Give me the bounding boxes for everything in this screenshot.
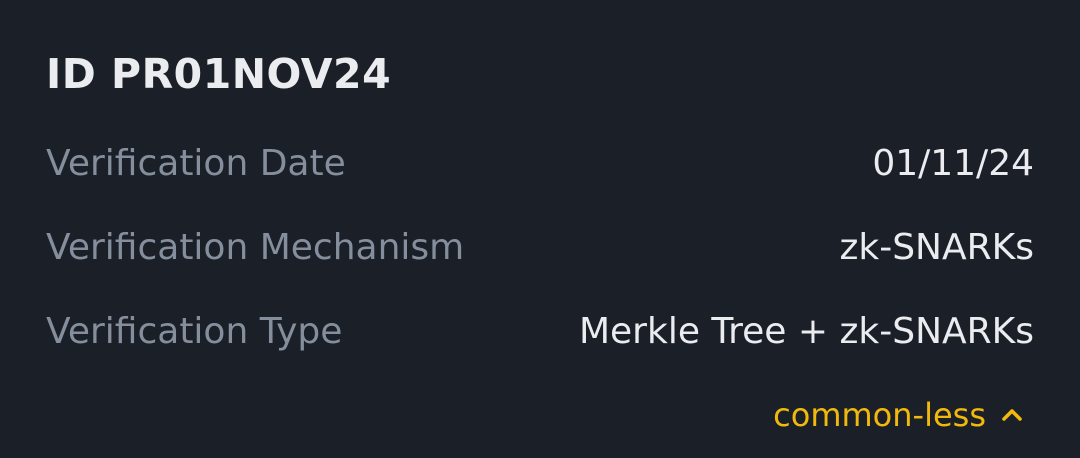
proof-details-card: ID PR01NOV24 Verification Date 01/11/24 …: [0, 0, 1080, 458]
row-label: Verification Type: [46, 310, 343, 352]
detail-row-verification-mechanism: Verification Mechanism zk-SNARKs: [46, 220, 1034, 274]
collapse-toggle-label: common-less: [773, 396, 986, 434]
row-value: Merkle Tree + zk-SNARKs: [578, 310, 1034, 352]
chevron-up-icon: [1000, 403, 1024, 427]
row-label: Verification Date: [46, 142, 346, 184]
detail-row-verification-date: Verification Date 01/11/24: [46, 136, 1034, 190]
row-value: zk-SNARKs: [839, 226, 1034, 268]
row-label: Verification Mechanism: [46, 226, 465, 268]
detail-row-verification-type: Verification Type Merkle Tree + zk-SNARK…: [46, 304, 1034, 358]
row-value: 01/11/24: [872, 142, 1034, 184]
card-title: ID PR01NOV24: [46, 50, 392, 98]
collapse-toggle-button[interactable]: common-less: [773, 390, 1024, 440]
